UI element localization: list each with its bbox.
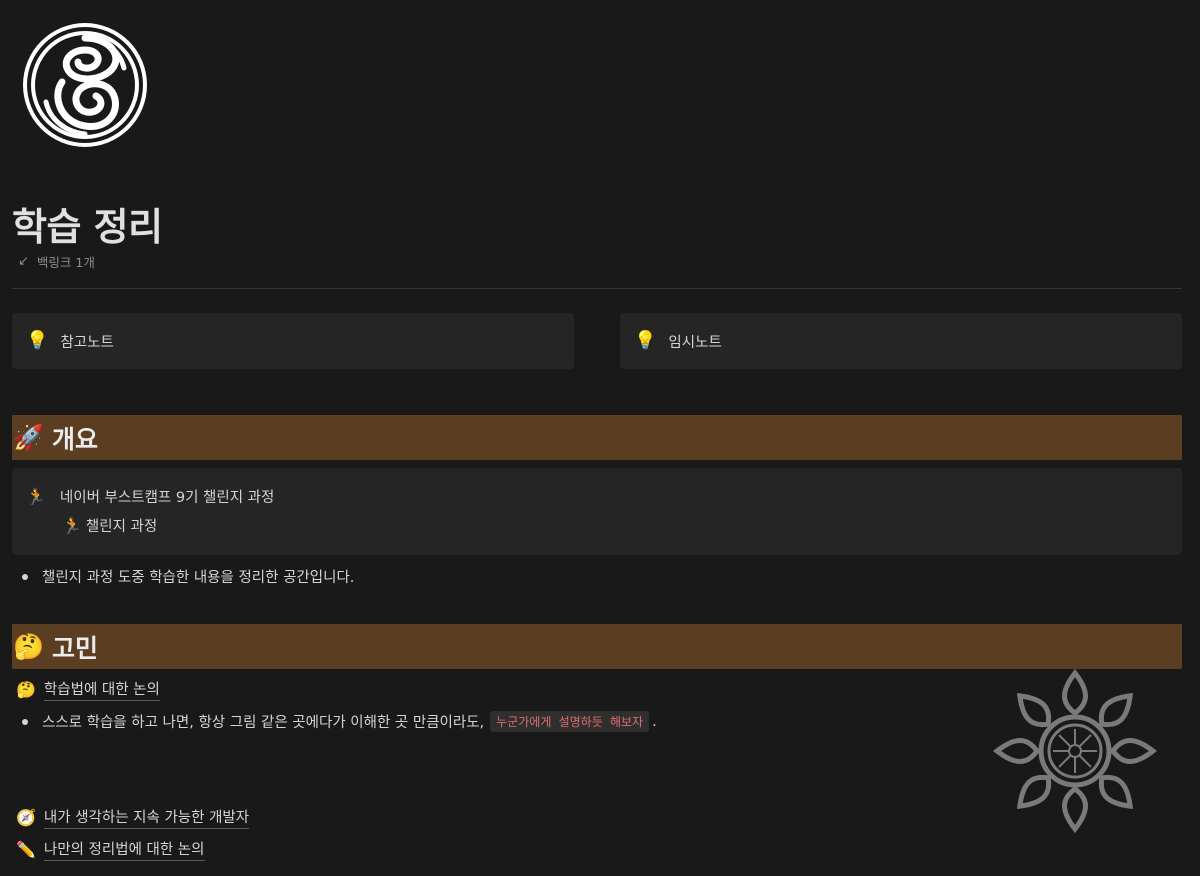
callout-label: 참고노트: [60, 334, 114, 351]
heading-overview-text: 개요: [52, 424, 99, 454]
subpage-link-label: 나만의 정리법에 대한 논의: [43, 838, 205, 861]
list-item-text: 스스로 학습을 하고 나면, 항상 그림 같은 곳에다가 이해한 곳 만큼이라도…: [42, 715, 485, 731]
list-item: 챌린지 과정 도중 학습한 내용을 정리한 공간입니다.: [22, 566, 354, 587]
heading-concern: 🤔 고민: [12, 624, 1182, 669]
challenge-course-link[interactable]: 🏃 챌린지 과정: [62, 515, 157, 536]
list-item: 스스로 학습을 하고 나면, 항상 그림 같은 곳에다가 이해한 곳 만큼이라도…: [22, 711, 657, 732]
callout-temp-note[interactable]: 💡 임시노트: [620, 313, 1182, 369]
lightbulb-icon: 💡: [634, 330, 657, 351]
bullet-dot: [22, 573, 28, 580]
list-item-end: .: [652, 713, 657, 730]
runner-icon: 🏃: [26, 487, 46, 506]
lightbulb-icon: 💡: [26, 330, 49, 351]
heading-concern-text: 고민: [52, 633, 99, 663]
list-item-text: 챌린지 과정 도중 학습한 내용을 정리한 공간입니다.: [42, 570, 355, 586]
page-icon-logo[interactable]: [22, 22, 148, 148]
divider: [12, 288, 1182, 289]
subpage-link-sustainable-developer[interactable]: 🧭 내가 생각하는 지속 가능한 개발자: [16, 806, 250, 829]
mandala-decoration: [992, 668, 1158, 834]
callout-reference-note[interactable]: 💡 참고노트: [12, 313, 574, 369]
compass-icon: 🧭: [16, 808, 36, 827]
challenge-course-label: 챌린지 과정: [85, 519, 158, 535]
bullet-dot: [22, 718, 28, 725]
subpage-link-label: 학습법에 대한 논의: [43, 678, 160, 701]
info-callout: 🏃 네이버 부스트캠프 9기 챌린지 과정 🏃 챌린지 과정: [12, 468, 1182, 555]
subpage-link-organizing-method[interactable]: ✏️ 나만의 정리법에 대한 논의: [16, 838, 205, 861]
pencil-icon: ✏️: [16, 840, 36, 859]
runner-link-icon: 🏃: [62, 516, 82, 535]
thinking-face-icon: 🤔: [16, 680, 36, 699]
subpage-link-label: 내가 생각하는 지속 가능한 개발자: [43, 806, 250, 829]
backlinks-label: 백링크 1개: [36, 255, 95, 270]
inline-code: 누군가에게 설명하듯 해보자: [490, 711, 650, 732]
page-title: 학습 정리: [12, 205, 163, 249]
subpage-link-learning-method[interactable]: 🤔 학습법에 대한 논의: [16, 678, 160, 701]
backlinks-button[interactable]: ↙ 백링크 1개: [18, 252, 95, 271]
page-root: 학습 정리 ↙ 백링크 1개 💡 참고노트 💡 임시노트 🚀 개요 🏃 네이버 …: [0, 0, 1200, 876]
info-title-row: 🏃 네이버 부스트캠프 9기 챌린지 과정: [26, 486, 274, 507]
thinking-face-icon: 🤔: [13, 631, 45, 661]
rocket-icon: 🚀: [13, 422, 45, 452]
heading-overview: 🚀 개요: [12, 415, 1182, 460]
backlink-arrow-icon: ↙: [18, 254, 29, 269]
callout-label: 임시노트: [668, 334, 722, 351]
info-title: 네이버 부스트캠프 9기 챌린지 과정: [59, 490, 275, 506]
